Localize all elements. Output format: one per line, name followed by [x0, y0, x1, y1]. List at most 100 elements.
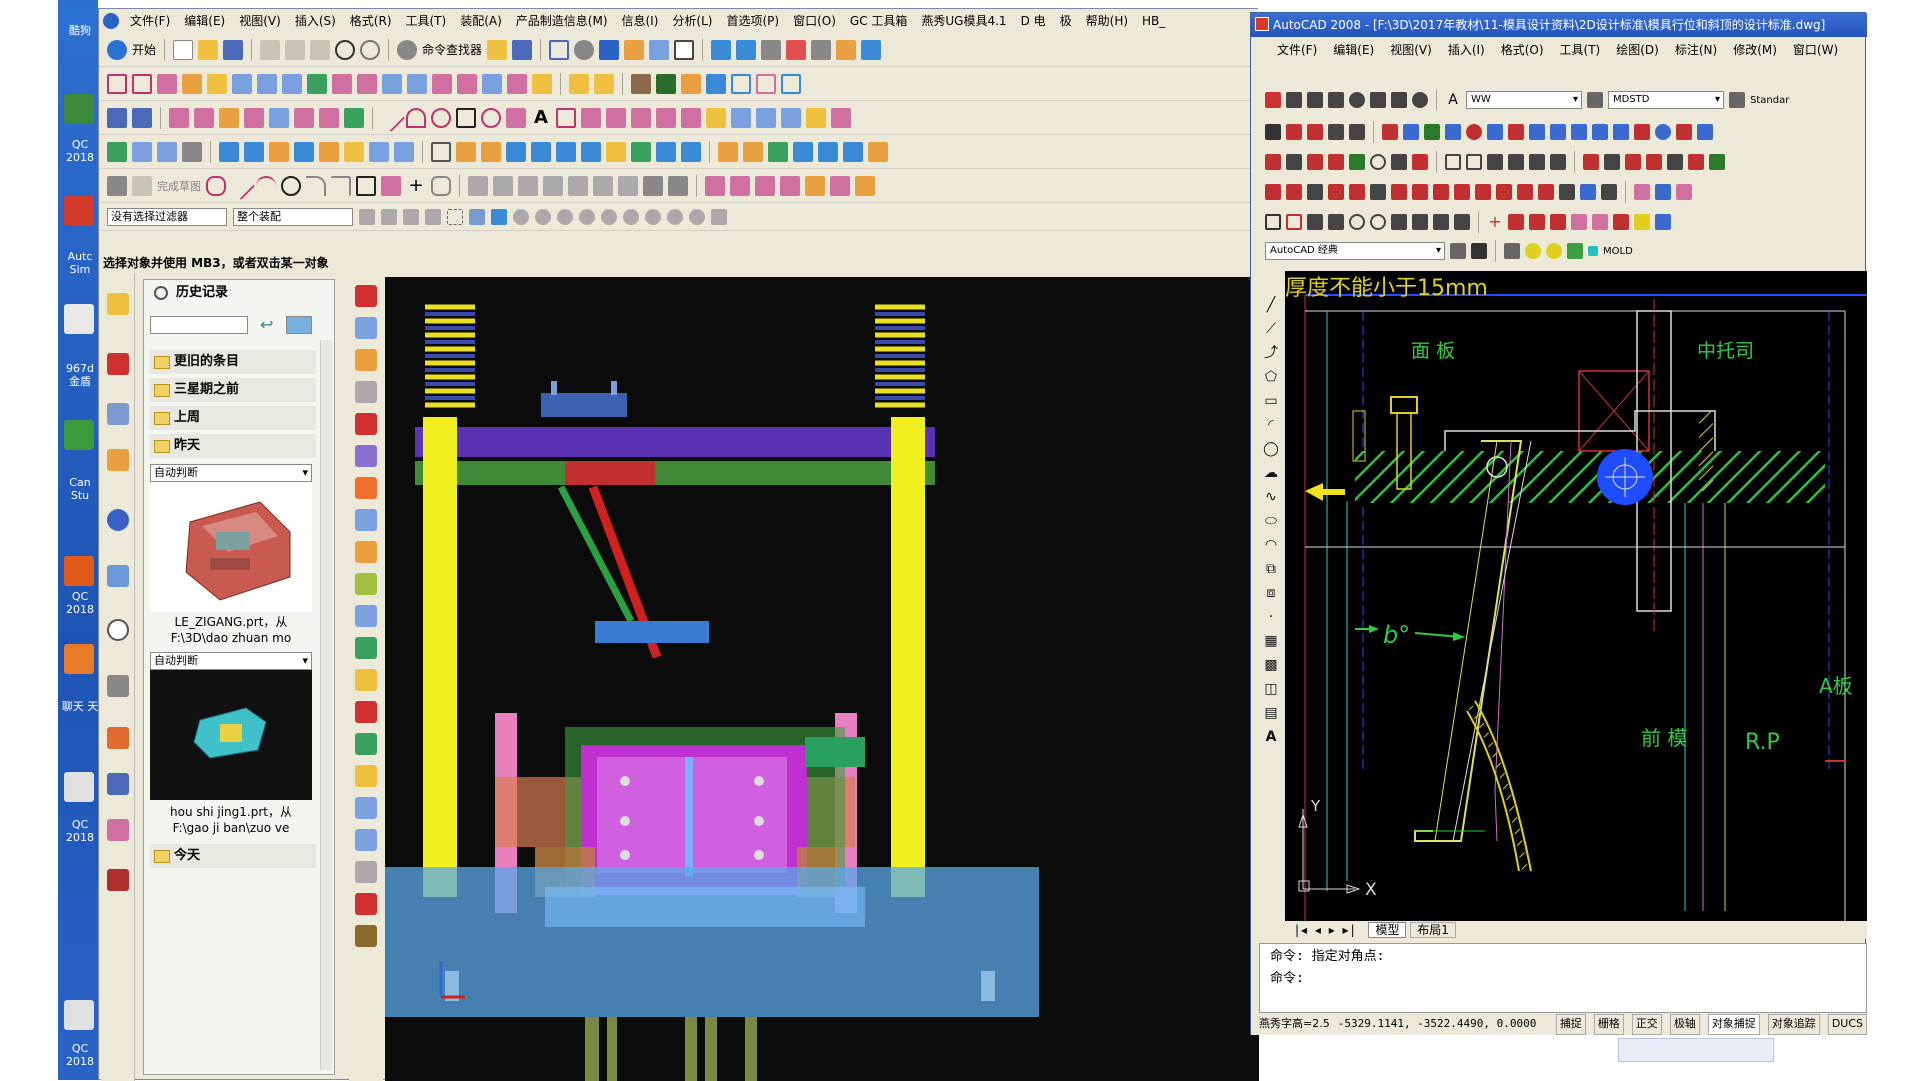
- tool-icon[interactable]: [786, 39, 807, 60]
- menu-format[interactable]: 格式(R): [343, 9, 399, 33]
- tool-icon[interactable]: [307, 73, 327, 94]
- menu-ji[interactable]: 极: [1053, 9, 1079, 33]
- menu-preferences[interactable]: 首选项(P): [719, 9, 786, 33]
- tool-icon[interactable]: [761, 39, 782, 60]
- snap-point-icon[interactable]: [689, 208, 705, 225]
- tool-icon[interactable]: [107, 107, 127, 128]
- system-scene-icon[interactable]: [107, 869, 129, 891]
- polygon-icon[interactable]: [431, 175, 451, 196]
- tool-icon[interactable]: [1445, 154, 1461, 170]
- tool-icon[interactable]: [355, 893, 377, 915]
- tool-icon[interactable]: [569, 73, 589, 94]
- acad-command-window[interactable]: 命令: 指定对角点: 命令:: [1259, 943, 1867, 1013]
- tool-icon[interactable]: [1634, 214, 1650, 230]
- tool-icon[interactable]: [1307, 214, 1323, 230]
- tool-icon[interactable]: [780, 175, 800, 196]
- tool-icon[interactable]: [269, 107, 289, 128]
- tool-icon[interactable]: [793, 141, 813, 162]
- tool-icon[interactable]: [1349, 124, 1365, 140]
- tool-icon[interactable]: [132, 107, 152, 128]
- tool-icon[interactable]: [382, 73, 402, 94]
- tool-icon[interactable]: [1487, 124, 1503, 140]
- binoculars-icon[interactable]: [397, 39, 418, 60]
- tool-icon[interactable]: [355, 765, 377, 787]
- ortho-toggle[interactable]: 正交: [1631, 1014, 1662, 1035]
- chat-icon[interactable]: [64, 644, 94, 674]
- tool-icon[interactable]: [624, 39, 645, 60]
- paste-icon[interactable]: [310, 39, 331, 60]
- tool-icon[interactable]: [355, 413, 377, 435]
- acad-menu-view[interactable]: 视图(V): [1382, 41, 1440, 58]
- tool-icon[interactable]: [1676, 124, 1692, 140]
- make-block-icon[interactable]: ⧈: [1263, 585, 1279, 601]
- tab-layout1[interactable]: 布局1: [1410, 922, 1456, 938]
- snap-point-icon[interactable]: [623, 208, 639, 225]
- acad-menu-modify[interactable]: 修改(M): [1725, 41, 1785, 58]
- tool-icon[interactable]: [355, 701, 377, 723]
- acad-menu-window[interactable]: 窗口(W): [1785, 41, 1846, 58]
- polar-toggle[interactable]: 极轴: [1669, 1014, 1700, 1035]
- tool-icon[interactable]: [1580, 184, 1596, 200]
- tool-icon[interactable]: [743, 141, 763, 162]
- history-group-last-week[interactable]: 上周: [150, 406, 316, 430]
- table-style-icon[interactable]: [1729, 92, 1745, 108]
- start-button[interactable]: 开始: [132, 41, 156, 58]
- tool-icon[interactable]: +: [1487, 214, 1503, 230]
- tool-icon[interactable]: [1508, 154, 1524, 170]
- tool-icon[interactable]: [194, 107, 214, 128]
- layer-manager-icon[interactable]: [1504, 243, 1520, 259]
- tool-icon[interactable]: [581, 141, 601, 162]
- tool-icon[interactable]: [1382, 124, 1398, 140]
- tool-icon[interactable]: [532, 73, 552, 94]
- tool-icon[interactable]: [606, 107, 626, 128]
- tool-icon[interactable]: [319, 141, 339, 162]
- tool-icon[interactable]: [861, 39, 882, 60]
- tool-icon[interactable]: [219, 107, 239, 128]
- tool-icon[interactable]: [818, 141, 838, 162]
- tool-icon[interactable]: [359, 208, 375, 225]
- tool-icon[interactable]: [1412, 154, 1428, 170]
- tool-icon[interactable]: [1583, 154, 1599, 170]
- tool-icon[interactable]: [1709, 154, 1725, 170]
- tool-icon[interactable]: [394, 141, 414, 162]
- tool-icon[interactable]: [1508, 124, 1524, 140]
- tool-icon[interactable]: [207, 73, 227, 94]
- selection-box-icon[interactable]: [447, 208, 463, 225]
- tool-icon[interactable]: [1667, 154, 1683, 170]
- tool-icon[interactable]: [1286, 214, 1302, 230]
- tool-icon[interactable]: [1487, 154, 1503, 170]
- tool-icon[interactable]: [1550, 214, 1566, 230]
- tool-icon[interactable]: [319, 107, 339, 128]
- tool-icon[interactable]: [1370, 154, 1386, 170]
- tool-icon[interactable]: [1307, 154, 1323, 170]
- arc-icon[interactable]: [406, 107, 426, 128]
- assembly-scope-select[interactable]: 整个装配: [233, 207, 353, 226]
- command-input-line[interactable]: 命令:: [1270, 968, 1856, 990]
- circle-icon[interactable]: [281, 175, 301, 196]
- tool-icon[interactable]: [344, 107, 364, 128]
- tool-icon[interactable]: [1697, 124, 1713, 140]
- tool-icon[interactable]: [731, 107, 751, 128]
- tool-icon[interactable]: [1370, 92, 1386, 108]
- tool-icon[interactable]: [182, 141, 202, 162]
- tool-icon[interactable]: [1475, 184, 1491, 200]
- tool-icon[interactable]: [831, 107, 851, 128]
- tool-icon[interactable]: [355, 349, 377, 371]
- acad-menu-file[interactable]: 文件(F): [1269, 41, 1325, 58]
- tool-icon[interactable]: [755, 175, 775, 196]
- tool-icon[interactable]: [711, 39, 732, 60]
- copy-icon[interactable]: [285, 39, 306, 60]
- tool-icon[interactable]: [1634, 184, 1650, 200]
- qc-app-icon[interactable]: [64, 94, 94, 124]
- tool-icon[interactable]: [1529, 154, 1545, 170]
- tool-icon[interactable]: [403, 208, 419, 225]
- acad-menu-draw[interactable]: 绘图(D): [1608, 41, 1667, 58]
- snap-point-icon[interactable]: [579, 208, 595, 225]
- tool-icon[interactable]: [855, 175, 875, 196]
- tool-icon[interactable]: [1550, 154, 1566, 170]
- tool-icon[interactable]: [355, 541, 377, 563]
- tool-icon[interactable]: [868, 141, 888, 162]
- tool-icon[interactable]: [282, 73, 302, 94]
- tool-icon[interactable]: [1592, 124, 1608, 140]
- tool-icon[interactable]: [355, 861, 377, 883]
